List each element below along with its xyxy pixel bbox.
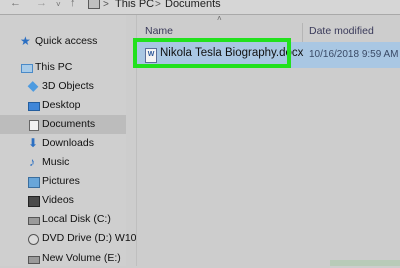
navigation-pane: ★ Quick access This PC 3D Objects Deskto… [0,15,137,268]
nav-item-documents[interactable]: Documents [0,115,126,134]
music-note-icon: ♪ [29,155,35,169]
computer-icon [21,64,33,73]
nav-item-desktop[interactable]: Desktop [0,96,126,115]
computer-icon [88,0,100,9]
nav-item-dvd-drive-d[interactable]: DVD Drive (D:) W10 [0,229,137,248]
documents-icon [29,120,39,131]
pictures-icon [28,177,40,188]
nav-item-this-pc[interactable]: This PC [0,58,126,77]
recent-locations-dropdown-icon[interactable]: ˅ [56,0,61,9]
star-icon: ★ [20,34,31,48]
nav-item-label: Documents [42,118,96,130]
back-arrow-icon[interactable]: ← [10,0,21,9]
nav-item-label: 3D Objects [42,80,94,92]
breadcrumb-documents[interactable]: Documents [165,0,221,10]
nav-item-quick-access[interactable]: ★ Quick access [0,32,126,51]
disk-icon [28,256,40,264]
breadcrumb-separator: > [155,0,161,10]
nav-item-music[interactable]: ♪ Music [0,153,126,172]
nav-item-label: Desktop [42,99,81,111]
nav-item-label: Music [42,156,70,168]
videos-icon [28,196,40,207]
nav-item-3d-objects[interactable]: 3D Objects [0,77,126,96]
cube-icon [27,81,39,92]
highlight-box [133,38,291,68]
column-header-date-modified[interactable]: Date modified [309,25,374,37]
nav-item-label: This PC [35,61,73,73]
address-bar: ← → ˅ ↑ > This PC > Documents [0,0,400,15]
nav-item-label: Local Disk (C:) [42,213,111,225]
disk-icon [28,217,40,225]
nav-item-local-disk-c[interactable]: Local Disk (C:) [0,210,126,229]
desktop-icon [28,102,40,111]
file-date-modified: 10/16/2018 9:59 AM [309,49,399,60]
up-arrow-icon[interactable]: ↑ [70,0,76,9]
nav-item-label: Videos [42,194,74,206]
nav-item-label: Downloads [42,137,94,149]
nav-item-label: DVD Drive (D:) W10 [42,232,137,244]
breadcrumb-separator: > [103,0,109,10]
corner-accent [330,260,400,266]
nav-item-label: New Volume (E:) [42,252,121,264]
forward-arrow-icon[interactable]: → [36,0,47,9]
sort-caret-icon: ˄ [217,14,222,23]
nav-item-pictures[interactable]: Pictures [0,172,126,191]
breadcrumb-this-pc[interactable]: This PC [115,0,154,10]
nav-item-new-volume-e[interactable]: New Volume (E:) [0,249,126,268]
nav-item-label: Pictures [42,175,80,187]
column-resize-handle[interactable] [302,23,303,43]
download-icon: ⬇ [28,136,39,150]
column-header-name[interactable]: Name [145,25,173,37]
dvd-icon [28,234,39,245]
nav-item-videos[interactable]: Videos [0,191,126,210]
nav-item-downloads[interactable]: ⬇ Downloads [0,134,126,153]
nav-item-label: Quick access [35,35,98,47]
